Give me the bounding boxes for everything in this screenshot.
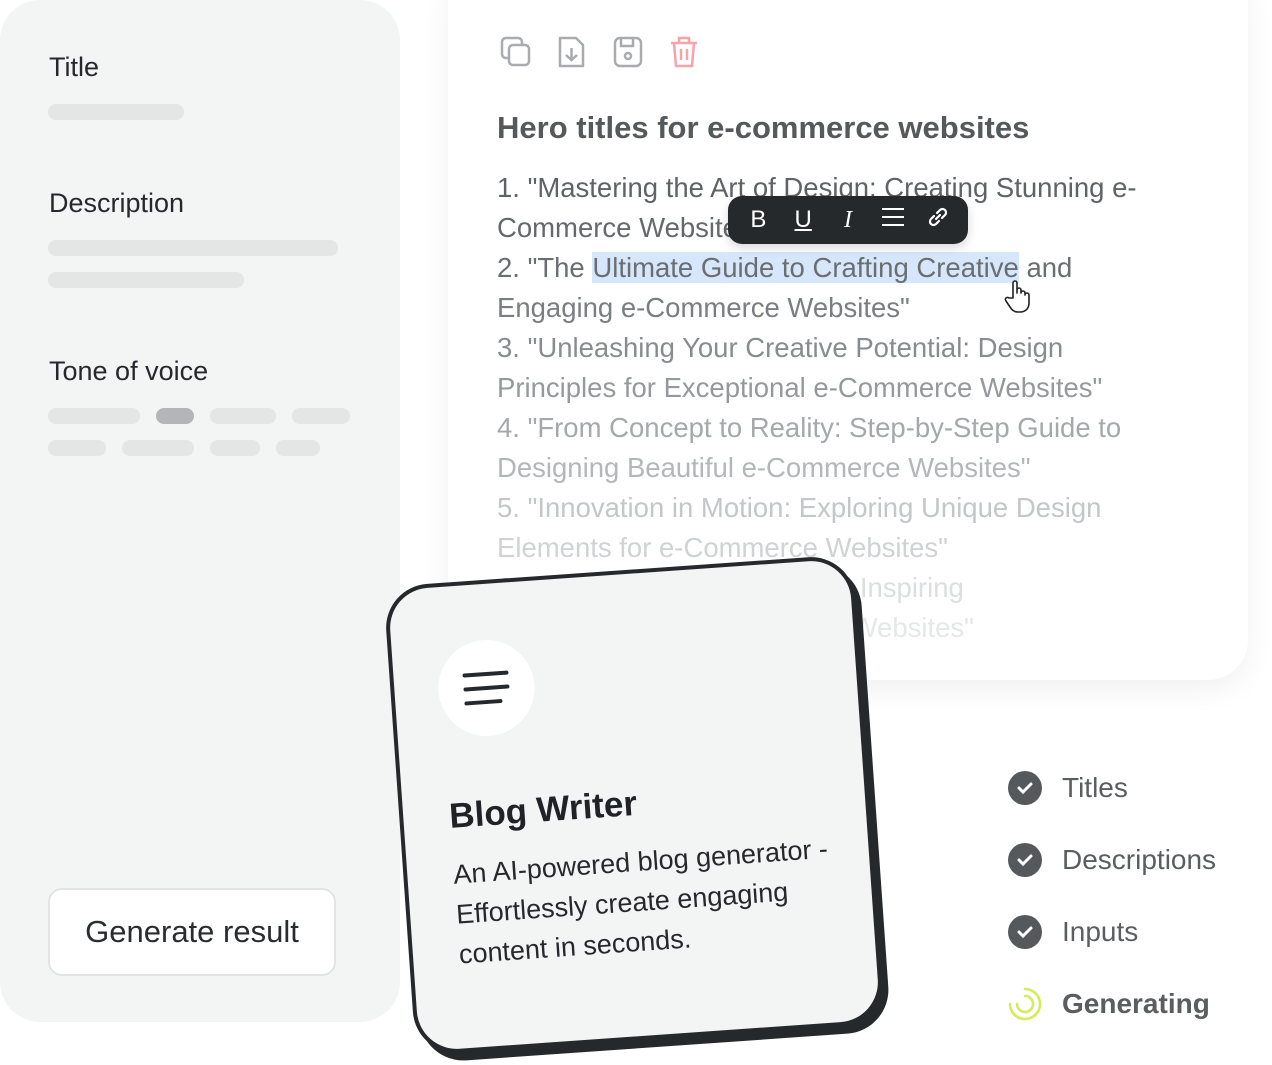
loading-spinner-icon [1008, 987, 1042, 1021]
check-circle-icon [1008, 843, 1042, 877]
link-icon[interactable] [923, 205, 953, 236]
editor-toolbar [500, 34, 700, 70]
tone-chip[interactable] [122, 440, 194, 456]
italic-button[interactable]: I [833, 207, 863, 234]
tone-chip[interactable] [276, 440, 320, 456]
format-toolbar: B U I [728, 196, 968, 244]
tone-chip[interactable] [210, 440, 260, 456]
text-line: 3. "Unleashing Your Creative Potential: … [497, 332, 1064, 363]
title-field[interactable] [48, 104, 184, 120]
text-line: 2. "The Ultimate Guide to Crafting Creat… [497, 248, 1217, 288]
generate-result-button[interactable]: Generate result [48, 888, 336, 976]
hand-cursor-icon [1004, 278, 1038, 319]
trash-icon[interactable] [668, 34, 700, 70]
text-line: Engaging e-Commerce Websites" [497, 292, 910, 323]
tone-chip[interactable] [210, 408, 276, 424]
text-segment: 2. "The [497, 252, 593, 283]
download-file-icon[interactable] [556, 34, 588, 70]
description-label: Description [49, 188, 185, 218]
text-line: Principles for Exceptional e-Commerce We… [497, 372, 1103, 403]
text-line: 4. "From Concept to Reality: Step-by-Ste… [497, 412, 1122, 443]
step-label: Inputs [1062, 916, 1139, 947]
card-title: Blog Writer [447, 783, 639, 836]
tone-chip-selected[interactable] [156, 408, 194, 424]
align-icon[interactable] [878, 206, 908, 234]
editor-heading: Hero titles for e-commerce websites [497, 110, 1030, 145]
input-panel: Title Description Tone of voice Generate… [0, 0, 400, 1022]
check-circle-icon [1008, 915, 1042, 949]
step-generating: Generating [1008, 968, 1216, 1040]
menu-icon [462, 670, 510, 706]
step-label: Titles [1062, 772, 1128, 803]
title-label: Title [49, 52, 100, 82]
check-circle-icon [1008, 771, 1042, 805]
text-line: 5. "Innovation in Motion: Exploring Uniq… [497, 492, 1102, 523]
step-label: Generating [1062, 988, 1210, 1019]
text-line: Designing Beautiful e-Commerce Websites" [497, 452, 1031, 483]
tone-chip[interactable] [48, 408, 140, 424]
step-label: Descriptions [1062, 844, 1217, 875]
step-inputs: Inputs [1008, 896, 1216, 968]
copy-icon[interactable] [500, 34, 532, 70]
tone-chip[interactable] [48, 440, 106, 456]
progress-steps: Titles Descriptions Inputs Generating [1008, 752, 1216, 1040]
tone-chip[interactable] [292, 408, 350, 424]
menu-icon-badge [435, 636, 538, 740]
step-titles: Titles [1008, 752, 1216, 824]
blog-writer-card[interactable]: Blog Writer An AI-powered blog generator… [383, 554, 885, 1056]
card-description: An AI-powered blog generator - Effortles… [452, 833, 829, 970]
save-icon[interactable] [612, 34, 644, 70]
selected-text: Ultimate Guide to Crafting Creative [592, 252, 1019, 283]
description-field-line[interactable] [48, 240, 338, 256]
underline-button[interactable]: U [788, 206, 818, 234]
text-line: Elements for e-Commerce Websites" [497, 532, 948, 563]
step-descriptions: Descriptions [1008, 824, 1216, 896]
description-field-line[interactable] [48, 272, 244, 288]
tone-label: Tone of voice [49, 356, 209, 386]
bold-button[interactable]: B [743, 206, 773, 234]
